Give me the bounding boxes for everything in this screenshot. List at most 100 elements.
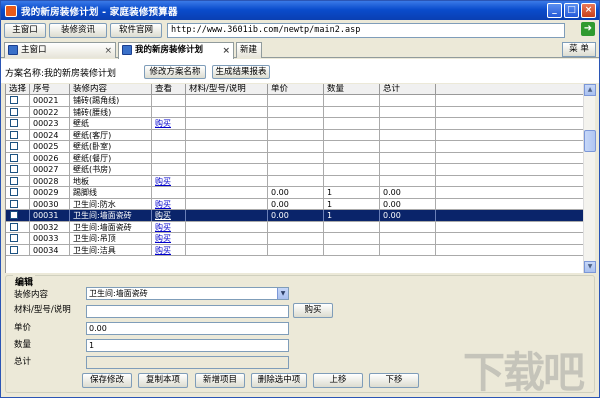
row-checkbox[interactable]: [10, 199, 18, 208]
buy-button[interactable]: 购买: [293, 303, 333, 318]
buy-link[interactable]: 购买: [155, 211, 171, 220]
table-row[interactable]: 00021 铺砖(踢角线): [6, 95, 583, 107]
cell-content: 壁纸(书房): [70, 164, 152, 175]
buy-link[interactable]: 购买: [155, 223, 171, 232]
scroll-up-icon[interactable]: ▲: [584, 84, 596, 96]
table-row[interactable]: 00022 铺砖(腰线): [6, 106, 583, 118]
row-checkbox[interactable]: [10, 153, 18, 162]
cell-no: 00024: [30, 129, 70, 140]
cell-content: 卫生间:防水: [70, 198, 152, 209]
buy-link[interactable]: 购买: [155, 234, 171, 243]
buy-link[interactable]: 购买: [155, 246, 171, 255]
tab-main-window[interactable]: 主窗口 ×: [4, 42, 116, 58]
save-button[interactable]: 保存修改: [82, 373, 132, 388]
column-header[interactable]: 单价: [268, 84, 324, 94]
table-row[interactable]: 00034 卫生间:洁具 购买: [6, 244, 583, 256]
toolbar: 主窗口 装修资讯 软件官网 http://www.3601ib.com/newt…: [1, 21, 599, 39]
close-button[interactable]: ×: [581, 3, 596, 18]
row-checkbox[interactable]: [10, 96, 18, 104]
table-row[interactable]: 00031 卫生间:墙面瓷砖 购买 0.00 1 0.00: [6, 210, 583, 222]
buy-link[interactable]: 购买: [155, 177, 171, 186]
row-checkbox[interactable]: [10, 222, 18, 231]
minimize-button[interactable]: _: [547, 3, 562, 18]
title-bar[interactable]: 我的新房装修计划 - 家庭装修预算器 _ □ ×: [1, 1, 599, 20]
menu-button[interactable]: 菜 单: [562, 42, 596, 57]
cell-total: 0.00: [380, 187, 436, 198]
material-input[interactable]: [86, 305, 289, 318]
table-row[interactable]: 00023 壁纸 购买: [6, 118, 583, 130]
chevron-down-icon[interactable]: ▼: [277, 288, 288, 299]
row-checkbox[interactable]: [10, 107, 18, 116]
tab-close-icon[interactable]: ×: [104, 44, 112, 58]
select-cell: [6, 210, 30, 221]
table-row[interactable]: 00026 壁纸(餐厅): [6, 152, 583, 164]
column-header[interactable]: 总计: [380, 84, 436, 94]
column-header[interactable]: 材料/型号/说明: [186, 84, 268, 94]
cell-material: [186, 233, 268, 244]
move-up-button[interactable]: 上移: [313, 373, 363, 388]
table-row[interactable]: 00028 地板 购买: [6, 175, 583, 187]
cell-material: [186, 210, 268, 221]
row-checkbox[interactable]: [10, 245, 18, 254]
copy-item-button[interactable]: 复制本项: [138, 373, 188, 388]
row-checkbox[interactable]: [10, 234, 18, 242]
table-row[interactable]: 00025 壁纸(卧室): [6, 141, 583, 153]
rename-plan-button[interactable]: 修改方案名称: [144, 65, 206, 79]
cell-material: [186, 221, 268, 232]
main-window-button[interactable]: 主窗口: [4, 22, 46, 38]
scroll-thumb[interactable]: [584, 130, 596, 152]
cell-price: [268, 95, 324, 106]
vertical-scrollbar[interactable]: ▲ ▼: [583, 84, 596, 273]
move-down-button[interactable]: 下移: [369, 373, 419, 388]
content-select[interactable]: 卫生间:墙面瓷砖 ▼: [86, 287, 289, 300]
cell-total: 0.00: [380, 198, 436, 209]
total-field: [86, 356, 289, 369]
column-header[interactable]: 装修内容: [70, 84, 152, 94]
maximize-button[interactable]: □: [564, 3, 579, 18]
quantity-input[interactable]: 1: [86, 339, 289, 352]
row-checkbox[interactable]: [10, 119, 18, 127]
url-input[interactable]: http://www.3601ib.com/newtp/main2.asp: [167, 22, 565, 38]
table-row[interactable]: 00027 壁纸(书房): [6, 164, 583, 176]
table-row[interactable]: 00024 壁纸(客厅): [6, 129, 583, 141]
cell-qty: [324, 129, 380, 140]
cell-total: [380, 106, 436, 117]
tab-my-plan[interactable]: 我的新房装修计划 ×: [118, 42, 234, 59]
cell-total: [380, 129, 436, 140]
select-cell: [6, 118, 30, 129]
buy-link[interactable]: 购买: [155, 200, 171, 209]
column-header[interactable]: 查看: [152, 84, 186, 94]
table-row[interactable]: 00032 卫生间:墙面瓷砖 购买: [6, 221, 583, 233]
cell-total: [380, 244, 436, 255]
go-arrow-icon[interactable]: ➜: [581, 22, 595, 36]
price-input[interactable]: 0.00: [86, 322, 289, 335]
scroll-down-icon[interactable]: ▼: [584, 261, 596, 273]
decoration-news-button[interactable]: 装修资讯: [49, 22, 107, 38]
column-header[interactable]: 数量: [324, 84, 380, 94]
cell-total: [380, 152, 436, 163]
table-row[interactable]: 00030 卫生间:防水 购买 0.00 1 0.00: [6, 198, 583, 210]
content-select-value: 卫生间:墙面瓷砖: [89, 289, 148, 298]
tab-new[interactable]: 新建: [236, 42, 262, 58]
view-cell: [152, 164, 186, 175]
official-site-button[interactable]: 软件官网: [110, 22, 162, 38]
cell-no: 00025: [30, 141, 70, 152]
row-checkbox[interactable]: [10, 142, 18, 150]
generate-report-button[interactable]: 生成结果报表: [212, 65, 270, 79]
row-checkbox[interactable]: [10, 165, 18, 173]
column-header[interactable]: 序号: [30, 84, 70, 94]
buy-link[interactable]: 购买: [155, 119, 171, 128]
row-checkbox[interactable]: [10, 188, 18, 196]
column-header[interactable]: 选择: [6, 84, 30, 94]
add-item-button[interactable]: 新增项目: [195, 373, 245, 388]
row-checkbox[interactable]: [10, 211, 18, 219]
delete-selected-button[interactable]: 删除选中项: [251, 373, 307, 388]
view-cell: 购买: [152, 210, 186, 221]
cell-no: 00021: [30, 95, 70, 106]
tab-close-icon[interactable]: ×: [222, 44, 230, 58]
cell-price: 0.00: [268, 198, 324, 209]
table-row[interactable]: 00033 卫生间:吊顶 购买: [6, 233, 583, 245]
table-row[interactable]: 00029 踢脚线 0.00 1 0.00: [6, 187, 583, 199]
row-checkbox[interactable]: [10, 176, 18, 185]
row-checkbox[interactable]: [10, 130, 18, 139]
